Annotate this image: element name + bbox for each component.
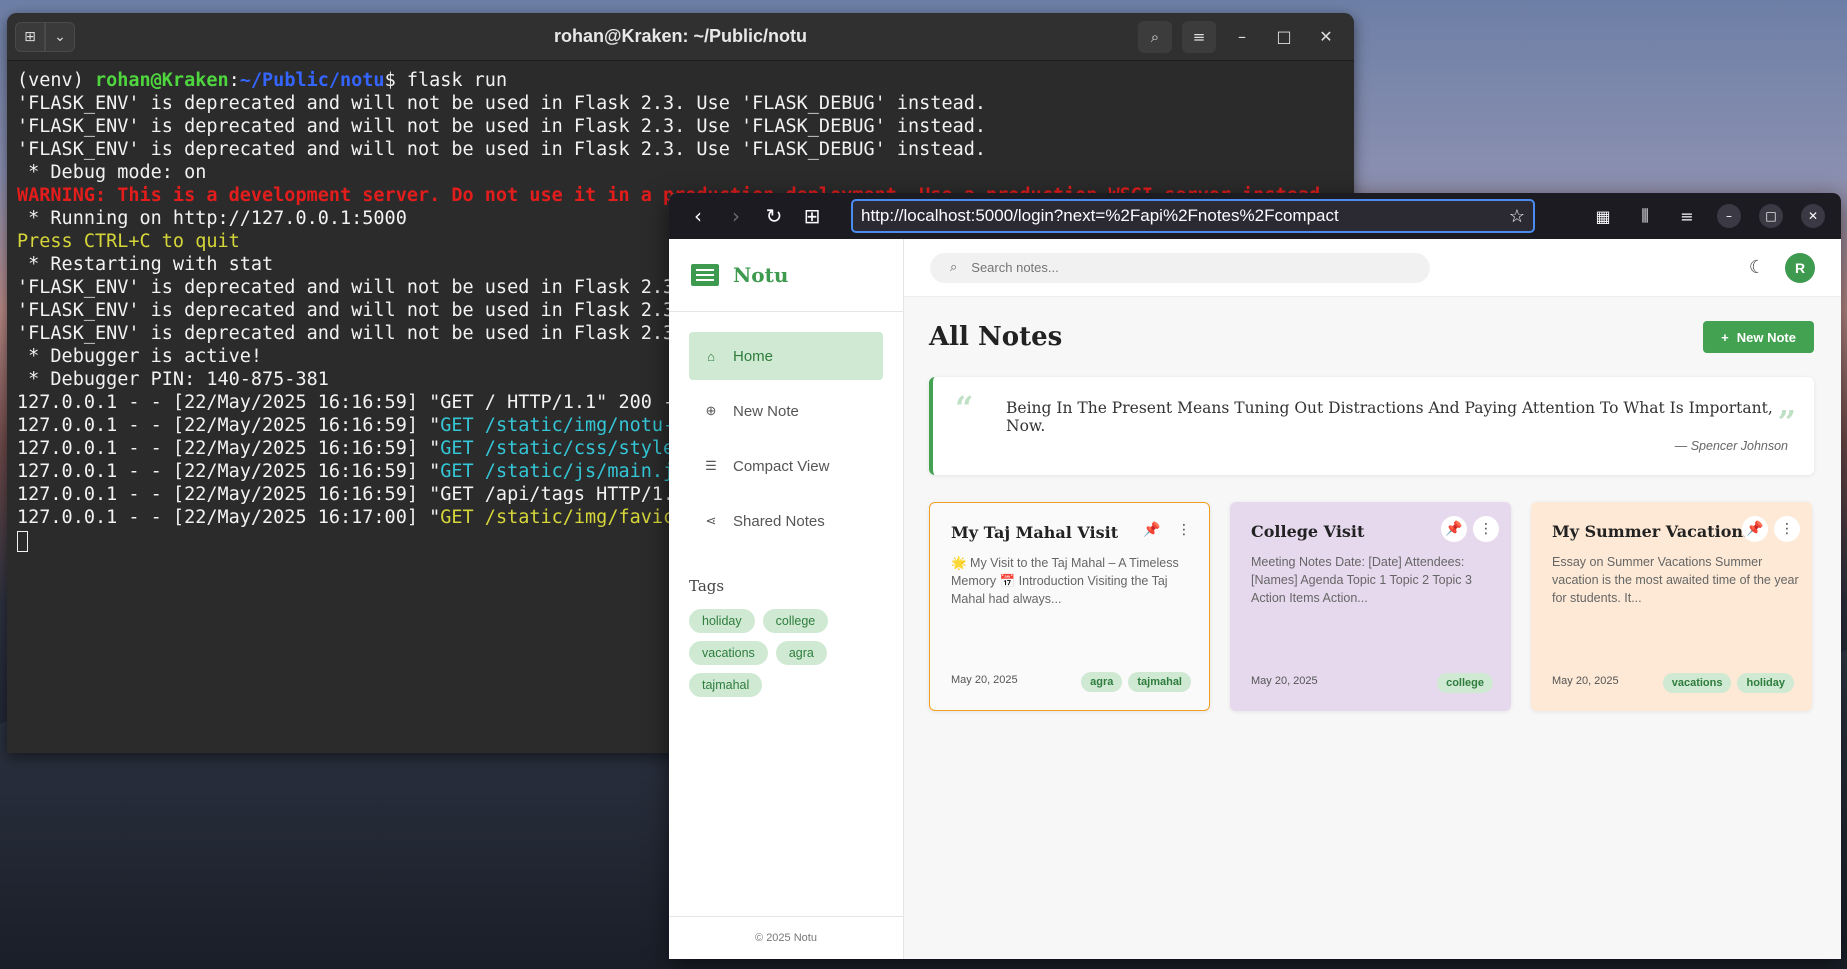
sidebar-item-home[interactable]: ⌂ Home: [689, 332, 883, 380]
note-date: May 20, 2025: [1251, 675, 1318, 687]
more-options-icon[interactable]: ⋮: [1774, 516, 1800, 542]
search-bar[interactable]: ⌕: [930, 252, 1430, 283]
plus-circle-icon: ⊕: [705, 403, 717, 418]
search-input[interactable]: [971, 260, 1372, 275]
more-options-icon[interactable]: ⋮: [1473, 516, 1499, 542]
note-card[interactable]: My Summer Vacations 📌 ⋮ Essay on Summer …: [1531, 502, 1812, 711]
browser-window[interactable]: ‹ › ↻ ⊞ http://localhost:5000/login?next…: [669, 193, 1841, 959]
list-icon: ☰: [705, 458, 717, 473]
maximize-icon[interactable]: □: [1268, 21, 1300, 53]
note-card[interactable]: My Taj Mahal Visit 📌 ⋮ 🌟 My Visit to the…: [929, 502, 1210, 711]
note-date: May 20, 2025: [1552, 675, 1619, 687]
tag-chip[interactable]: agra: [775, 641, 827, 665]
maximize-button[interactable]: □: [1753, 200, 1789, 232]
terminal-line: * Debug mode: on: [17, 162, 207, 183]
new-container-tab-icon[interactable]: ⊞: [793, 200, 831, 232]
search-icon[interactable]: ⌕: [1138, 20, 1172, 53]
share-icon: ⋖: [705, 513, 717, 528]
home-icon: ⌂: [707, 348, 715, 364]
brand-name: Notu: [733, 263, 789, 287]
note-excerpt: Essay on Summer Vacations Summer vacatio…: [1552, 555, 1799, 605]
new-note-button-label: New Note: [1736, 329, 1796, 345]
tag-chip[interactable]: college: [762, 609, 829, 633]
quote-author: — Spencer Johnson: [1674, 439, 1788, 453]
main-content: ⌕ ☾ R All Notes + New Note “: [904, 239, 1841, 959]
note-card[interactable]: College Visit 📌 ⋮ Meeting Notes Date: [D…: [1230, 502, 1511, 711]
tag-chip[interactable]: tajmahal: [689, 673, 763, 697]
back-arrow-icon[interactable]: ‹: [679, 200, 717, 232]
note-excerpt: Meeting Notes Date: [Date] Attendees: [N…: [1251, 555, 1472, 605]
sidebar-item-label: Compact View: [733, 457, 830, 475]
quote-close-icon: ”: [1777, 403, 1796, 441]
sidebar-nav: ⌂ Home ⊕ New Note ☰ Compact View ⋖ Share…: [669, 312, 903, 545]
note-tag[interactable]: agra: [1081, 672, 1123, 692]
sidebar-footer: © 2025 Notu: [669, 916, 903, 959]
extensions-grid-icon[interactable]: ▦: [1585, 200, 1621, 232]
search-icon: ⌕: [950, 260, 958, 275]
url-text[interactable]: http://localhost:5000/login?next=%2Fapi%…: [861, 206, 1509, 226]
avatar[interactable]: R: [1785, 252, 1815, 283]
page-header: All Notes + New Note: [929, 297, 1814, 377]
note-date: May 20, 2025: [951, 674, 1018, 686]
minimize-icon[interactable]: –: [1717, 204, 1741, 228]
note-tag[interactable]: college: [1437, 673, 1493, 693]
minimize-icon[interactable]: –: [1226, 21, 1258, 53]
plus-icon: +: [1721, 329, 1729, 345]
close-icon[interactable]: ✕: [1310, 21, 1342, 53]
library-icon[interactable]: ⫼: [1627, 200, 1663, 232]
quote-card: “ Being In The Present Means Tuning Out …: [929, 377, 1814, 475]
topbar: ⌕ ☾ R: [904, 239, 1841, 297]
hamburger-menu-icon[interactable]: ≡: [1182, 20, 1216, 53]
sidebar-item-compact-view[interactable]: ☰ Compact View: [689, 442, 883, 490]
terminal-line: 'FLASK_ENV' is deprecated and will not b…: [17, 116, 987, 137]
tag-chip[interactable]: holiday: [689, 609, 755, 633]
hamburger-menu-icon[interactable]: ≡: [1669, 200, 1705, 232]
sidebar-item-label: Home: [733, 347, 774, 365]
terminal-line: (venv) rohan@Kraken:~/Public/notu$ flask…: [17, 70, 508, 91]
new-note-button[interactable]: + New Note: [1703, 321, 1814, 353]
more-options-icon[interactable]: ⋮: [1171, 517, 1197, 543]
note-tag[interactable]: tajmahal: [1128, 672, 1191, 692]
dark-mode-moon-icon[interactable]: ☾: [1749, 257, 1765, 278]
note-excerpt: 🌟 My Visit to the Taj Mahal – A Timeless…: [951, 556, 1179, 606]
bookmark-star-icon[interactable]: ☆: [1509, 206, 1525, 227]
page-title: All Notes: [929, 322, 1063, 352]
quote-open-icon: “: [955, 389, 974, 427]
tags-heading: Tags: [689, 577, 725, 595]
url-bar[interactable]: http://localhost:5000/login?next=%2Fapi%…: [851, 199, 1535, 233]
sidebar: Notu ⌂ Home ⊕ New Note ☰ Compact View ⋖ …: [669, 239, 904, 959]
note-tag[interactable]: holiday: [1737, 673, 1794, 693]
sidebar-item-label: New Note: [733, 402, 799, 420]
chevron-down-icon[interactable]: ⌄: [45, 21, 75, 52]
sidebar-item-shared-notes[interactable]: ⋖ Shared Notes: [689, 497, 883, 545]
sidebar-item-label: Shared Notes: [733, 512, 825, 530]
close-button[interactable]: ✕: [1795, 200, 1831, 232]
brand[interactable]: Notu: [669, 239, 903, 312]
pin-icon[interactable]: 📌: [1441, 516, 1467, 542]
notes-area: All Notes + New Note “ Being In The Pres…: [904, 297, 1841, 711]
pin-icon[interactable]: 📌: [1742, 516, 1768, 542]
minimize-button[interactable]: –: [1711, 200, 1747, 232]
pin-icon[interactable]: 📌: [1139, 517, 1165, 543]
terminal-line: 'FLASK_ENV' is deprecated and will not b…: [17, 139, 987, 160]
tag-chip[interactable]: vacations: [689, 641, 768, 665]
sidebar-item-new-note[interactable]: ⊕ New Note: [689, 387, 883, 435]
notu-app: Notu ⌂ Home ⊕ New Note ☰ Compact View ⋖ …: [669, 239, 1841, 959]
tags-list: holiday college vacations agra tajmahal: [669, 595, 869, 697]
terminal-cursor: [17, 530, 28, 552]
forward-arrow-icon[interactable]: ›: [717, 200, 755, 232]
maximize-icon[interactable]: □: [1759, 204, 1783, 228]
notes-grid: My Taj Mahal Visit 📌 ⋮ 🌟 My Visit to the…: [929, 502, 1814, 711]
quote-text: Being In The Present Means Tuning Out Di…: [1006, 399, 1773, 435]
browser-toolbar: ‹ › ↻ ⊞ http://localhost:5000/login?next…: [669, 193, 1841, 239]
terminal-titlebar[interactable]: ⊞ ⌄ rohan@Kraken: ~/Public/notu ⌕ ≡ – □ …: [7, 13, 1354, 61]
note-tag[interactable]: vacations: [1662, 673, 1732, 693]
notes-logo-icon: [691, 264, 719, 286]
close-icon[interactable]: ✕: [1801, 204, 1825, 228]
terminal-line: 'FLASK_ENV' is deprecated and will not b…: [17, 93, 987, 114]
new-tab-icon[interactable]: ⊞: [15, 21, 45, 52]
reload-icon[interactable]: ↻: [755, 200, 793, 232]
